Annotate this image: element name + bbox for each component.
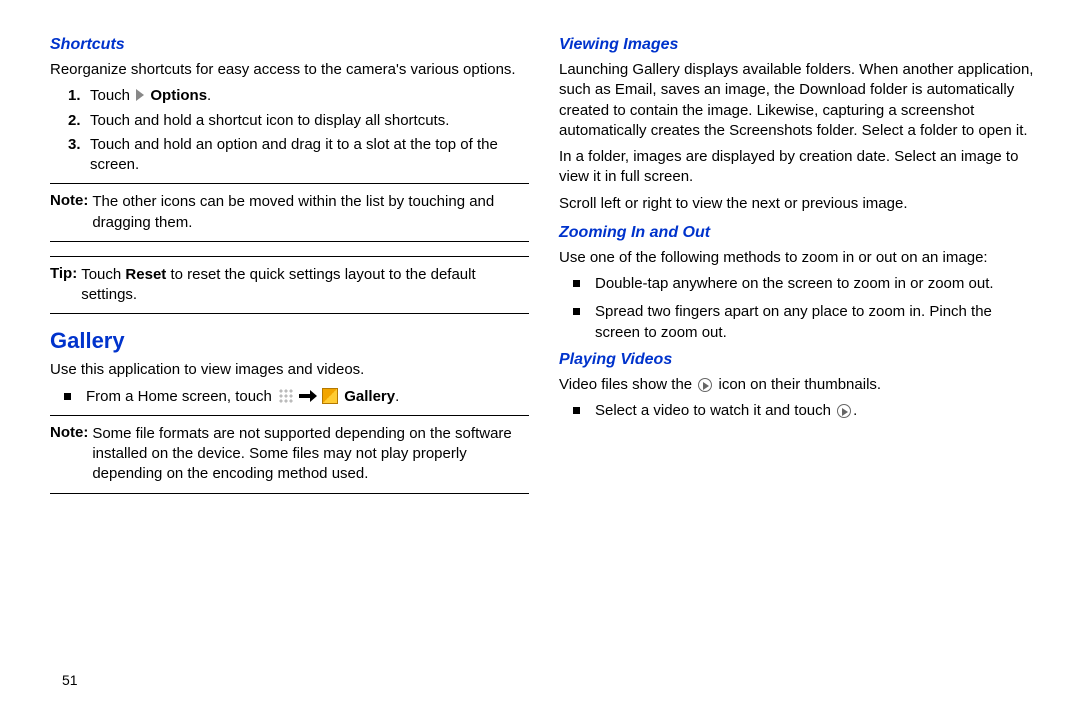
play-icon	[698, 378, 712, 392]
note-text-2: Some file formats are not supported depe…	[92, 424, 529, 485]
playing-b-post: .	[853, 402, 857, 419]
bullet-bold: Gallery	[344, 388, 395, 405]
note-block: Note: The other icons can be moved withi…	[50, 192, 529, 233]
step-1: 1. Touch Options.	[68, 86, 529, 106]
step1-pre: Touch	[90, 87, 134, 104]
heading-zooming: Zooming In and Out	[559, 224, 1038, 242]
viewing-p3: Scroll left or right to view the next or…	[559, 194, 1038, 214]
page-number: 51	[62, 672, 78, 688]
tip-pre: Touch	[81, 266, 125, 283]
playing-p: Video files show the icon on their thumb…	[559, 375, 1038, 395]
zoom-bullets: Double-tap anywhere on the screen to zoo…	[559, 274, 1038, 343]
tip-bold: Reset	[125, 266, 166, 283]
shortcuts-intro: Reorganize shortcuts for easy access to …	[50, 60, 529, 80]
right-column: Viewing Images Launching Gallery display…	[559, 32, 1038, 700]
note-text: The other icons can be moved within the …	[92, 192, 529, 233]
divider	[50, 493, 529, 494]
note-block-2: Note: Some file formats are not supporte…	[50, 424, 529, 485]
gallery-bullets: From a Home screen, touch Gallery.	[50, 387, 529, 407]
playing-post: icon on their thumbnails.	[714, 376, 881, 393]
tip-block: Tip: Touch Reset to reset the quick sett…	[50, 265, 529, 306]
zoom-b2: Spread two fingers apart on any place to…	[595, 302, 1038, 343]
step1-bold: Options	[150, 87, 207, 104]
heading-gallery: Gallery	[50, 328, 529, 354]
step-2: 2. Touch and hold a shortcut icon to dis…	[68, 111, 529, 131]
playing-pre: Video files show the	[559, 376, 696, 393]
step3-text: Touch and hold an option and drag it to …	[90, 135, 529, 176]
apps-grid-icon	[278, 388, 294, 404]
gallery-intro: Use this application to view images and …	[50, 360, 529, 380]
note-label: Note:	[50, 192, 88, 209]
viewing-p1: Launching Gallery displays available fol…	[559, 60, 1038, 141]
viewing-p2: In a folder, images are displayed by cre…	[559, 147, 1038, 188]
shortcuts-steps: 1. Touch Options. 2. Touch and hold a sh…	[50, 86, 529, 175]
gallery-icon	[322, 388, 338, 404]
divider	[50, 313, 529, 314]
play-icon	[837, 404, 851, 418]
tip-label: Tip:	[50, 265, 77, 282]
divider	[50, 256, 529, 257]
heading-viewing: Viewing Images	[559, 36, 1038, 54]
chevron-icon	[136, 89, 144, 101]
gallery-bullet: From a Home screen, touch Gallery.	[86, 387, 529, 407]
arrow-right-icon	[299, 390, 317, 402]
playing-b-pre: Select a video to watch it and touch	[595, 402, 835, 419]
playing-bullets: Select a video to watch it and touch .	[559, 401, 1038, 421]
divider	[50, 415, 529, 416]
step1-post: .	[207, 87, 211, 104]
step2-text: Touch and hold a shortcut icon to displa…	[90, 111, 529, 131]
document-page: Shortcuts Reorganize shortcuts for easy …	[0, 0, 1080, 720]
divider	[50, 183, 529, 184]
note-label-2: Note:	[50, 424, 88, 441]
left-column: Shortcuts Reorganize shortcuts for easy …	[50, 32, 529, 700]
playing-bullet: Select a video to watch it and touch .	[595, 401, 1038, 421]
zoom-b1: Double-tap anywhere on the screen to zoo…	[595, 274, 1038, 294]
divider	[50, 241, 529, 242]
zooming-intro: Use one of the following methods to zoom…	[559, 248, 1038, 268]
bullet-post: .	[395, 388, 399, 405]
heading-shortcuts: Shortcuts	[50, 36, 529, 54]
heading-playing: Playing Videos	[559, 351, 1038, 369]
bullet-pre: From a Home screen, touch	[86, 388, 276, 405]
step-3: 3. Touch and hold an option and drag it …	[68, 135, 529, 176]
